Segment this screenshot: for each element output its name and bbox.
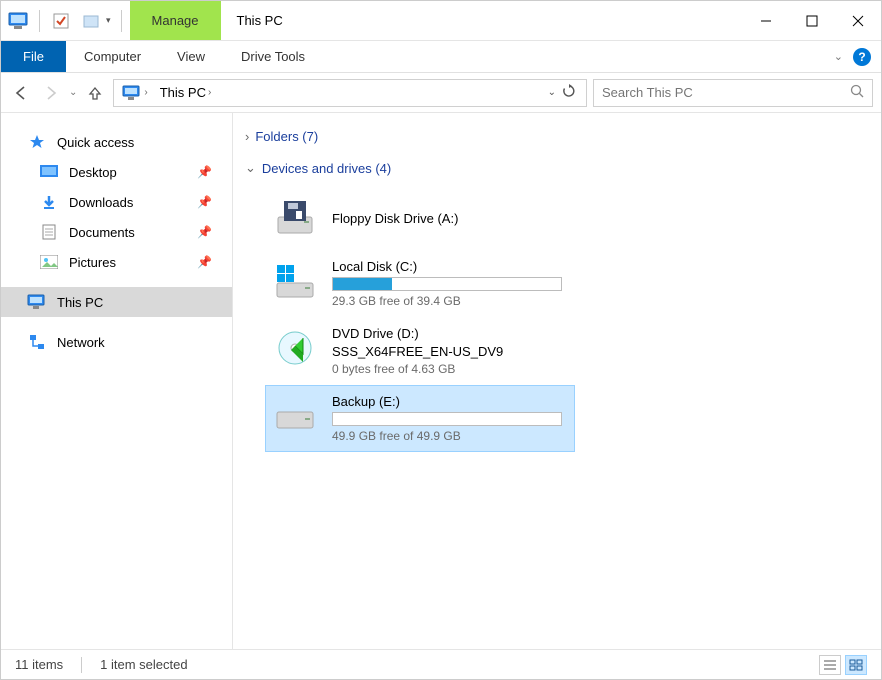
pin-icon: 📌 [197,195,212,209]
tiles-view-button[interactable] [845,655,867,675]
pictures-icon [39,253,59,271]
separator [121,10,122,32]
search-input[interactable] [602,85,850,100]
ribbon-expand-icon[interactable]: ⌄ [834,50,843,63]
address-segment[interactable]: This PC › [156,85,216,100]
file-tab[interactable]: File [1,41,66,72]
close-button[interactable] [835,1,881,40]
drive-label: DVD Drive (D:) [332,326,568,341]
sidebar-item-pictures[interactable]: Pictures 📌 [1,247,232,277]
drive-label: Backup (E:) [332,394,568,409]
up-button[interactable] [83,81,107,105]
hdd-windows-icon [272,259,318,305]
drive-label: Floppy Disk Drive (A:) [332,211,568,226]
properties-icon[interactable] [50,10,72,32]
separator [81,657,82,673]
pin-icon: 📌 [197,255,212,269]
contextual-tab-header[interactable]: Manage [130,1,221,40]
address-bar: ⌄ › This PC › ⌄ [1,73,881,113]
group-drives[interactable]: ⌄ Devices and drives (4) [245,154,869,186]
this-pc-icon [7,10,29,32]
drive-local-c[interactable]: Local Disk (C:) 29.3 GB free of 39.4 GB [265,250,575,317]
capacity-bar [332,277,562,291]
new-folder-icon[interactable] [80,10,102,32]
address-root-icon[interactable]: › [118,85,151,101]
sidebar-item-documents[interactable]: Documents 📌 [1,217,232,247]
ribbon: File Computer View Drive Tools ⌄ ? [1,41,881,73]
sidebar-label: Pictures [69,255,116,270]
back-button[interactable] [9,81,33,105]
window-controls [743,1,881,40]
chevron-right-icon[interactable]: › [208,87,211,98]
tab-view[interactable]: View [159,41,223,72]
drive-free-text: 0 bytes free of 4.63 GB [332,362,568,376]
downloads-icon [39,193,59,211]
this-pc-icon [27,293,47,311]
window-title: This PC [221,1,743,40]
tab-computer[interactable]: Computer [66,41,159,72]
group-label: Folders (7) [255,129,318,144]
pin-icon: 📌 [197,165,212,179]
sidebar-label: This PC [57,295,103,310]
maximize-button[interactable] [789,1,835,40]
sidebar-label: Documents [69,225,135,240]
titlebar: ▾ Manage This PC [1,1,881,41]
sidebar-network[interactable]: Network [1,327,232,357]
quick-access-toolbar: ▾ [1,1,130,40]
separator [39,10,40,32]
sidebar-item-desktop[interactable]: Desktop 📌 [1,157,232,187]
sidebar-label: Network [57,335,105,350]
address-dropdown-icon[interactable]: ⌄ [548,87,556,98]
drive-sublabel: SSS_X64FREE_EN-US_DV9 [332,344,568,359]
tab-drive-tools[interactable]: Drive Tools [223,41,323,72]
chevron-down-icon: ⌄ [245,160,256,176]
hdd-icon [272,394,318,440]
documents-icon [39,223,59,241]
sidebar-label: Quick access [57,135,134,150]
sidebar-label: Desktop [69,165,117,180]
sidebar-label: Downloads [69,195,133,210]
star-icon [27,133,47,151]
drive-label: Local Disk (C:) [332,259,568,274]
status-bar: 11 items 1 item selected [1,649,881,679]
refresh-icon[interactable] [562,84,576,101]
capacity-bar [332,412,562,426]
dvd-icon [272,326,318,372]
sidebar-item-downloads[interactable]: Downloads 📌 [1,187,232,217]
qat-dropdown-icon[interactable]: ▾ [106,15,111,26]
desktop-icon [39,163,59,181]
sidebar-quick-access[interactable]: Quick access [1,127,232,157]
group-label: Devices and drives (4) [262,161,391,176]
drive-free-text: 29.3 GB free of 39.4 GB [332,294,568,308]
help-icon[interactable]: ? [853,48,871,66]
sidebar-this-pc[interactable]: This PC [1,287,232,317]
drive-floppy[interactable]: Floppy Disk Drive (A:) [265,186,575,250]
details-view-button[interactable] [819,655,841,675]
content-pane: › Folders (7) ⌄ Devices and drives (4) F… [233,113,881,649]
pin-icon: 📌 [197,225,212,239]
drive-dvd-d[interactable]: DVD Drive (D:) SSS_X64FREE_EN-US_DV9 0 b… [265,317,575,385]
address-path[interactable]: › This PC › ⌄ [113,79,587,107]
group-folders[interactable]: › Folders (7) [245,123,869,154]
forward-button[interactable] [39,81,63,105]
status-selection: 1 item selected [100,657,187,672]
drive-free-text: 49.9 GB free of 49.9 GB [332,429,568,443]
chevron-right-icon: › [245,129,249,144]
navigation-pane: Quick access Desktop 📌 Downloads 📌 Docum… [1,113,233,649]
search-icon[interactable] [850,84,864,101]
floppy-icon [272,195,318,241]
status-item-count: 11 items [15,657,63,672]
chevron-right-icon[interactable]: › [144,87,147,98]
network-icon [27,333,47,351]
drive-backup-e[interactable]: Backup (E:) 49.9 GB free of 49.9 GB [265,385,575,452]
minimize-button[interactable] [743,1,789,40]
recent-dropdown-icon[interactable]: ⌄ [69,87,77,98]
search-box[interactable] [593,79,873,107]
